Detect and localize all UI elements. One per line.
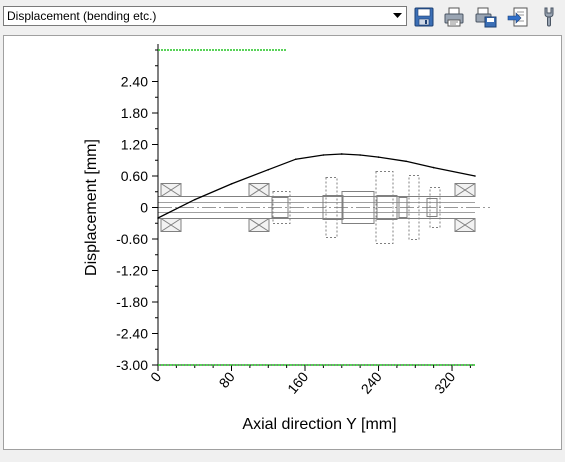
y-tick-label: -1.20: [116, 263, 148, 279]
curve-point: [340, 153, 343, 155]
print-button[interactable]: [441, 4, 467, 30]
settings-button[interactable]: [536, 4, 562, 30]
dropdown-value: Displacement (bending etc.): [7, 9, 157, 23]
plot-area: 2.40 1.80 1.20 0.60 0 -0.60 -1.20 -1.80 -2.40 -3.…: [3, 35, 562, 450]
printer-icon: [444, 7, 464, 27]
x-tick-label: 320: [431, 368, 458, 396]
y-tick-label: -1.80: [116, 294, 148, 310]
floppy-disk-icon: [414, 7, 434, 27]
x-tick-label: 0: [147, 368, 164, 384]
y-tick-label: 0.60: [121, 168, 148, 184]
curve-point: [193, 198, 196, 201]
export-arrow-icon: [507, 7, 528, 27]
wrench-icon: [544, 7, 554, 27]
curve-point: [377, 156, 380, 158]
app-window: Displacement (bending etc.) 2.40 1.80 1.…: [0, 0, 565, 462]
print-settings-icon: [475, 7, 497, 28]
curve-point: [157, 217, 159, 219]
x-tick-label: 240: [358, 368, 385, 396]
curve-point: [474, 175, 476, 177]
y-tick-label: 1.20: [121, 137, 148, 153]
y-tick-label: -0.60: [116, 231, 148, 247]
x-tick-label: 160: [284, 368, 311, 396]
curve-point: [405, 160, 407, 163]
toolbar: Displacement (bending etc.): [0, 0, 565, 34]
y-tick-label: 0: [140, 200, 148, 216]
curve-point: [295, 158, 297, 160]
result-type-dropdown[interactable]: Displacement (bending etc.): [3, 6, 407, 26]
y-tick-label: 2.40: [121, 74, 148, 90]
curve-point: [432, 166, 435, 169]
y-axis-title: Displacement [mm]: [83, 139, 100, 276]
curve-point: [322, 154, 325, 156]
y-tick-label: -2.40: [116, 326, 148, 342]
x-tick-label: 80: [216, 368, 238, 390]
dropdown-arrow-icon[interactable]: [390, 8, 405, 24]
save-button[interactable]: [411, 4, 437, 30]
y-tick-label: 1.80: [121, 105, 148, 121]
y-tick-label: -3.00: [116, 357, 148, 373]
curve-point: [267, 168, 270, 171]
curve-point: [230, 183, 233, 185]
print-preview-button[interactable]: [473, 4, 499, 30]
displacement-chart: 2.40 1.80 1.20 0.60 0 -0.60 -1.20 -1.80 -2.40 -3.…: [83, 44, 490, 433]
curve-point: [359, 154, 361, 156]
export-button[interactable]: [505, 4, 531, 30]
x-axis-title: Axial direction Y [mm]: [242, 416, 396, 433]
